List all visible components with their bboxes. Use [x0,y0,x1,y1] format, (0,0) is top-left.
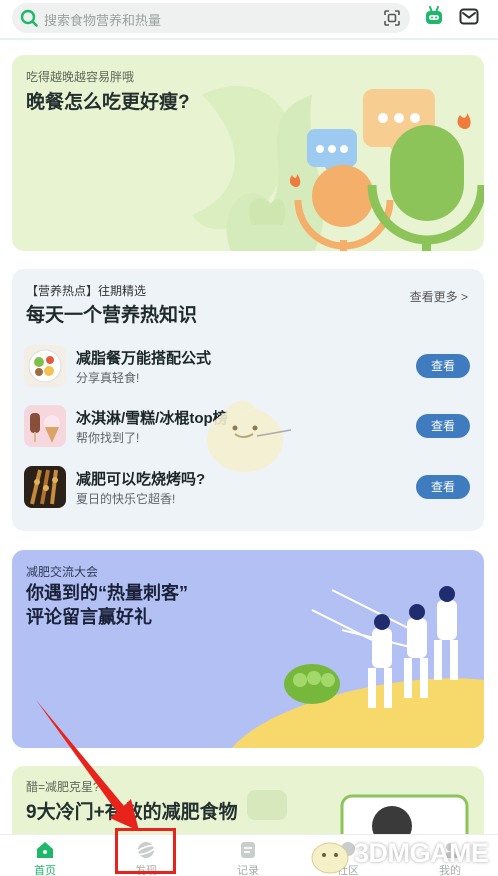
item-title: 减脂餐万能搭配公式 [76,350,212,367]
mascot-icon[interactable] [195,394,295,478]
banner-dinner[interactable]: 吃得越晚越容易胖哦 晚餐怎么吃更好瘦? [12,55,484,251]
item-subtitle: 帮你找到了! [76,431,140,445]
top-bar: 搜索食物营养和热量 [0,0,498,40]
view-button[interactable]: 查看 [416,475,470,499]
home-icon [37,842,53,858]
thumbnail-bbq [24,466,66,508]
banner-event-title: 你遇到的“热量刺客” 评论留言赢好礼 [26,581,188,629]
item-title: 减肥可以吃烧烤吗? [76,471,206,488]
banner-calorie-assassin[interactable]: 减肥交流大会 你遇到的“热量刺客” 评论留言赢好礼 [12,550,484,748]
banner-dinner-title: 晚餐怎么吃更好瘦? [26,92,190,113]
mail-icon[interactable] [459,8,479,25]
section-title: 每天一个营养热知识 [26,305,198,326]
list-item[interactable]: 减脂餐万能搭配公式 分享真轻食! 查看 [24,345,472,389]
section-tag: 【营养热点】往期精选 [26,284,147,298]
banner-dinner-subtitle: 吃得越晚越容易胖哦 [26,70,135,84]
watermark: 3DMGAME [306,832,496,876]
robot-icon[interactable] [424,6,444,26]
search-placeholder: 搜索食物营养和热量 [44,13,162,28]
watermark-mascot-icon [311,842,349,874]
search-bar[interactable]: 搜索食物营养和热量 [12,3,410,33]
tab-home[interactable]: 首页 [10,837,80,876]
banner-event-title-line1: 你遇到的“热量刺客” [26,583,188,603]
tab-record[interactable]: 记录 [213,837,283,876]
thumbnail-salad [24,345,66,387]
tab-label: 记录 [237,865,259,876]
thumbnail-ice-cream [24,405,66,447]
scan-icon[interactable] [384,10,400,26]
search-icon [20,9,38,27]
view-button[interactable]: 查看 [416,354,470,378]
banner-diet-title: 9大冷门+有效的减肥食物 [26,802,238,823]
see-more-link[interactable]: 查看更多 > [410,288,468,305]
highlight-box [115,828,176,874]
banner-event-title-line2: 评论留言赢好礼 [26,607,152,627]
record-icon [241,842,255,858]
banner-diet-subtitle: 醋=减肥克星? [26,780,100,794]
item-subtitle: 夏日的快乐它超香! [76,492,176,506]
watermark-text: 3DMGAME [354,838,489,868]
item-subtitle: 分享真轻食! [76,371,140,385]
view-button[interactable]: 查看 [416,414,470,438]
tab-label: 首页 [34,865,56,876]
banner-event-subtitle: 减肥交流大会 [26,565,99,579]
